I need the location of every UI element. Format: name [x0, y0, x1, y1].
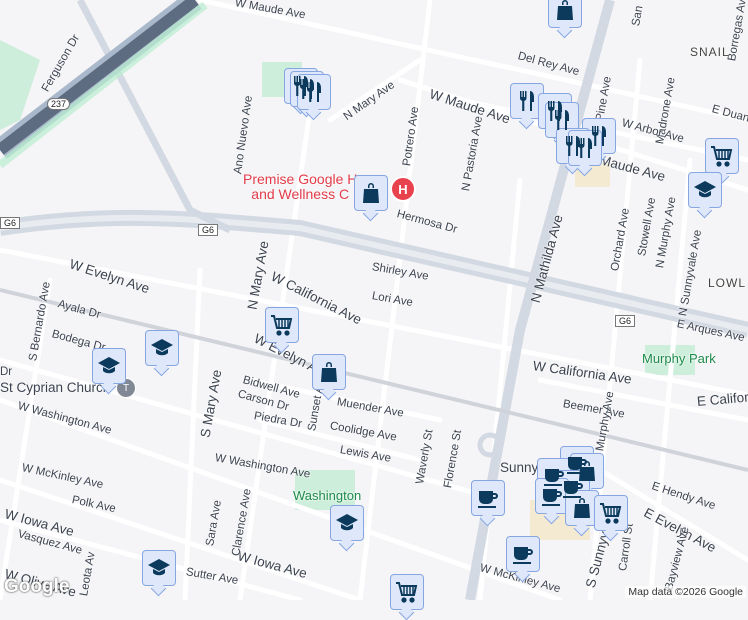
coffee-cup-icon — [476, 486, 500, 510]
map-credit[interactable]: Map data ©2026 Google — [625, 586, 746, 598]
district-label: SNAIL — [690, 45, 730, 59]
school-marker[interactable] — [142, 550, 176, 586]
poi-label: and Wellness C — [251, 186, 350, 202]
coffee-cup-icon — [540, 484, 564, 508]
shopping-cart-icon — [270, 313, 294, 337]
grocery-marker[interactable] — [705, 138, 739, 174]
shopping-cart-icon — [710, 144, 734, 168]
g6-shield: G6 — [0, 217, 21, 229]
g6-shield: G6 — [615, 315, 636, 327]
restaurant-marker[interactable] — [297, 74, 331, 110]
shopping-marker[interactable] — [548, 0, 582, 28]
graduation-cap-icon — [335, 511, 359, 535]
shopping-bag-icon — [359, 181, 383, 205]
cafe-marker[interactable] — [535, 478, 569, 514]
park-label[interactable]: Murphy Park — [642, 351, 716, 366]
google-logo[interactable]: Google — [4, 576, 69, 598]
fork-knife-icon — [573, 136, 597, 160]
school-marker[interactable] — [688, 172, 722, 208]
graduation-cap-icon — [693, 178, 717, 202]
shopping-bag-icon — [317, 360, 341, 384]
shopping-cart-icon — [599, 501, 623, 525]
school-marker[interactable] — [92, 348, 126, 384]
fork-knife-icon — [515, 89, 539, 113]
g6-shield: G6 — [198, 224, 219, 236]
grocery-marker[interactable] — [594, 495, 628, 531]
shopping-bag-icon — [553, 0, 577, 22]
restaurant-marker[interactable] — [568, 130, 602, 166]
district-label: LOWL — [708, 276, 747, 290]
shopping-bag-icon — [570, 496, 594, 520]
cafe-marker[interactable] — [471, 480, 505, 516]
school-marker[interactable] — [145, 330, 179, 366]
highway-237-shield: 237 — [47, 98, 71, 110]
cafe-marker[interactable] — [506, 536, 540, 572]
graduation-cap-icon — [97, 354, 121, 378]
poi-google-wellness[interactable]: Premise Google Hand Wellness C — [243, 172, 357, 202]
fork-knife-icon — [550, 108, 574, 132]
poi-label: Premise Google H — [243, 171, 358, 187]
grocery-marker[interactable] — [390, 574, 424, 610]
street-label: Dr — [0, 366, 13, 378]
hospital-marker[interactable]: H — [390, 176, 416, 202]
shopping-cart-icon — [395, 580, 419, 604]
fork-knife-icon — [302, 80, 326, 104]
park-label[interactable]: Washington — [293, 488, 361, 503]
school-marker[interactable] — [330, 505, 364, 541]
grocery-marker[interactable] — [265, 307, 299, 343]
place-label: Sunny — [500, 460, 539, 475]
shopping-marker[interactable] — [312, 354, 346, 390]
shopping-marker[interactable] — [354, 175, 388, 211]
coffee-cup-icon — [511, 542, 535, 566]
graduation-cap-icon — [147, 556, 171, 580]
graduation-cap-icon — [150, 336, 174, 360]
